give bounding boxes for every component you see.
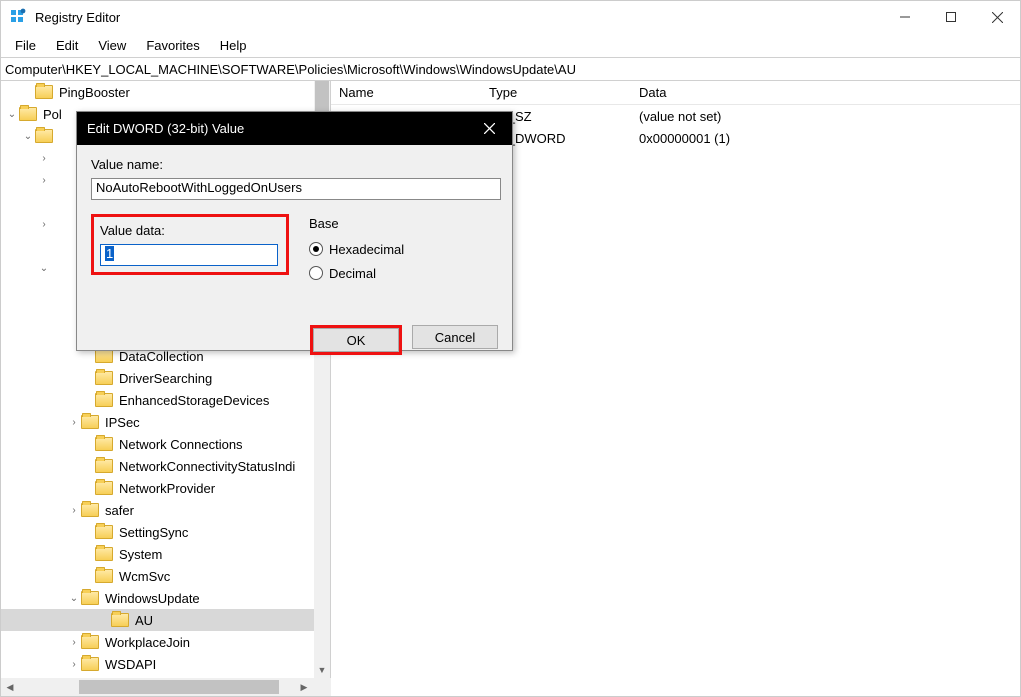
tree-node-selected[interactable]: AU [1, 609, 314, 631]
folder-icon [35, 85, 53, 99]
chevron-right-icon[interactable]: › [37, 175, 51, 186]
menu-view[interactable]: View [88, 38, 136, 53]
radio-hex[interactable]: Hexadecimal [309, 237, 498, 261]
window-title: Registry Editor [35, 10, 120, 25]
folder-icon [81, 415, 99, 429]
highlight-ok: OK [310, 325, 402, 355]
dialog-title: Edit DWORD (32-bit) Value [87, 121, 244, 136]
ok-button[interactable]: OK [313, 328, 399, 352]
cancel-button[interactable]: Cancel [412, 325, 498, 349]
radio-dec[interactable]: Decimal [309, 261, 498, 285]
dialog-close-button[interactable] [466, 112, 512, 145]
value-data-field[interactable]: 1 [100, 244, 278, 266]
folder-icon [81, 591, 99, 605]
tree-node[interactable]: EnhancedStorageDevices [1, 389, 314, 411]
tree-node[interactable]: ›safer [1, 499, 314, 521]
chevron-right-icon[interactable]: › [67, 505, 81, 516]
app-icon [9, 8, 27, 26]
titlebar: Registry Editor [1, 1, 1020, 33]
tree-node[interactable]: SettingSync [1, 521, 314, 543]
tree-node[interactable]: System [1, 543, 314, 565]
tree-hscrollbar[interactable]: ◀ ▶ [1, 678, 331, 696]
edit-dword-dialog: Edit DWORD (32-bit) Value Value name: No… [76, 111, 513, 351]
tree-node[interactable]: NetworkProvider [1, 477, 314, 499]
scroll-left-icon[interactable]: ◀ [1, 678, 19, 696]
col-type[interactable]: Type [481, 85, 631, 100]
dialog-titlebar: Edit DWORD (32-bit) Value [77, 112, 512, 145]
folder-icon [95, 481, 113, 495]
folder-icon [95, 525, 113, 539]
radio-icon [309, 242, 323, 256]
col-name[interactable]: Name [331, 85, 481, 100]
menu-favorites[interactable]: Favorites [136, 38, 209, 53]
folder-icon [95, 459, 113, 473]
address-bar[interactable]: Computer\HKEY_LOCAL_MACHINE\SOFTWARE\Pol… [1, 57, 1020, 81]
scroll-thumb[interactable] [79, 680, 279, 694]
folder-icon [81, 657, 99, 671]
folder-icon [95, 371, 113, 385]
address-text: Computer\HKEY_LOCAL_MACHINE\SOFTWARE\Pol… [5, 62, 576, 77]
close-icon [484, 123, 495, 134]
radio-icon [309, 266, 323, 280]
col-data[interactable]: Data [631, 85, 1020, 100]
tree-node[interactable]: PingBooster [1, 81, 314, 103]
menu-edit[interactable]: Edit [46, 38, 88, 53]
chevron-down-icon[interactable]: ⌄ [21, 131, 35, 142]
scroll-right-icon[interactable]: ▶ [295, 678, 313, 696]
tree-node[interactable]: Network Connections [1, 433, 314, 455]
tree-node[interactable]: ⌄WindowsUpdate [1, 587, 314, 609]
close-button[interactable] [974, 1, 1020, 33]
folder-icon [95, 437, 113, 451]
base-label: Base [309, 216, 498, 231]
tree-node[interactable]: ›WSDAPI [1, 653, 314, 675]
chevron-right-icon[interactable]: › [67, 417, 81, 428]
chevron-right-icon[interactable]: › [67, 659, 81, 670]
folder-icon [35, 129, 53, 143]
highlight-value-data: Value data: 1 [91, 214, 289, 275]
value-data-label: Value data: [100, 223, 280, 238]
tree-node[interactable]: WcmSvc [1, 565, 314, 587]
folder-icon [95, 547, 113, 561]
menubar: File Edit View Favorites Help [1, 33, 1020, 57]
scroll-down-icon[interactable]: ▼ [314, 662, 330, 678]
maximize-button[interactable] [928, 1, 974, 33]
folder-icon [111, 613, 129, 627]
folder-icon [95, 393, 113, 407]
chevron-down-icon[interactable]: ⌄ [37, 263, 51, 274]
chevron-down-icon[interactable]: ⌄ [5, 109, 19, 120]
folder-icon [81, 635, 99, 649]
folder-icon [81, 503, 99, 517]
minimize-button[interactable] [882, 1, 928, 33]
folder-icon [19, 107, 37, 121]
chevron-right-icon[interactable]: › [37, 219, 51, 230]
list-header: Name Type Data [331, 81, 1020, 105]
value-name-label: Value name: [91, 157, 498, 172]
tree-node[interactable]: ›IPSec [1, 411, 314, 433]
menu-help[interactable]: Help [210, 38, 257, 53]
registry-editor-window: Registry Editor File Edit View Favorites… [0, 0, 1021, 697]
tree-node[interactable]: ›WorkplaceJoin [1, 631, 314, 653]
folder-icon [95, 569, 113, 583]
chevron-right-icon[interactable]: › [37, 153, 51, 164]
value-name-field[interactable]: NoAutoRebootWithLoggedOnUsers [91, 178, 501, 200]
menu-file[interactable]: File [5, 38, 46, 53]
tree-node[interactable]: NetworkConnectivityStatusIndi [1, 455, 314, 477]
chevron-right-icon[interactable]: › [67, 637, 81, 648]
tree-node[interactable]: DriverSearching [1, 367, 314, 389]
chevron-down-icon[interactable]: ⌄ [67, 593, 81, 604]
